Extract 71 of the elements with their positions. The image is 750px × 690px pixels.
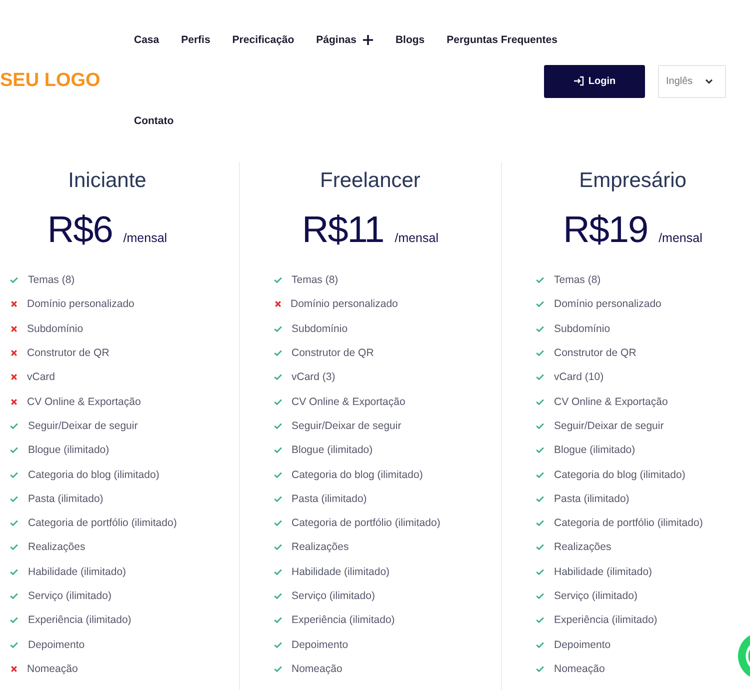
feature-text: Depoimento: [292, 638, 348, 652]
price-period: /mensal: [658, 230, 702, 246]
feature-text: Habilidade (ilimitado): [292, 564, 390, 579]
feature-text: CV Online & Exportação: [554, 394, 668, 409]
feature-text: Serviço (ilimitado): [292, 589, 375, 603]
feature-text: CV Online & Exportação: [292, 394, 406, 409]
plan-title: Iniciante: [68, 168, 146, 194]
feature-text: Construtor de QR: [292, 346, 374, 360]
feature-text: Pasta (ilimitado): [28, 492, 104, 506]
feature-text: Construtor de QR: [554, 346, 636, 360]
plan-price: R$6: [47, 208, 112, 252]
feature-text: Pasta (ilimitado): [554, 492, 630, 506]
feature-text: Realizações: [554, 540, 612, 554]
feature-text: Subdomínio: [292, 322, 348, 336]
feature-text: Seguir/Deixar de seguir: [554, 418, 664, 433]
feature-text: vCard: [27, 370, 56, 384]
feature-text: Realizações: [28, 540, 86, 554]
feature-text: Temas (8): [554, 273, 601, 288]
feature-text: Nomeação: [27, 662, 78, 676]
feature-text: Seguir/Deixar de seguir: [292, 418, 402, 433]
feature-text: Blogue (ilimitado): [292, 443, 373, 458]
feature-text: Experiência (ilimitado): [292, 613, 395, 628]
feature-text: Categoria do blog (ilimitado): [28, 468, 160, 482]
feature-text: Temas (8): [292, 273, 338, 288]
feature-text: Blogue (ilimitado): [554, 443, 636, 458]
feature-text: Categoria de portfólio (ilimitado): [292, 516, 440, 530]
price-period: /mensal: [123, 230, 168, 246]
plan-price: R$11: [302, 208, 384, 252]
login-button[interactable]: Login: [544, 64, 645, 98]
plan-title: Empresário: [579, 168, 686, 194]
login-icon: [573, 76, 584, 86]
feature-text: Subdomínio: [27, 322, 84, 336]
feature-text: Experiência (ilimitado): [28, 613, 132, 628]
feature-text: Serviço (ilimitado): [28, 589, 112, 603]
feature-text: Subdomínio: [554, 322, 610, 336]
feature-text: Habilidade (ilimitado): [554, 564, 652, 579]
feature-text: Pasta (ilimitado): [292, 492, 367, 506]
feature-text: Seguir/Deixar de seguir: [28, 418, 138, 433]
feature-text: Experiência (ilimitado): [554, 613, 658, 628]
feature-text: Categoria do blog (ilimitado): [292, 468, 423, 482]
feature-text: Domínio personalizado: [27, 297, 134, 312]
feature-text: Habilidade (ilimitado): [28, 564, 126, 579]
feature-text: Domínio personalizado: [290, 297, 398, 312]
feature-text: Categoria do blog (ilimitado): [554, 468, 686, 482]
feature-text: Realizações: [292, 540, 349, 554]
feature-text: Blogue (ilimitado): [28, 443, 110, 458]
feature-text: Depoimento: [554, 638, 611, 652]
nav-link[interactable]: Contato: [134, 113, 174, 129]
feature-text: Nomeação: [554, 662, 605, 676]
nav-link[interactable]: Perfis: [181, 32, 210, 48]
nav-link[interactable]: Casa: [134, 32, 160, 48]
language-select[interactable]: Inglês: [658, 64, 726, 98]
feature-text: Categoria de portfólio (ilimitado): [28, 516, 177, 530]
nav-link[interactable]: Blogs: [395, 32, 425, 48]
feature-text: Construtor de QR: [27, 346, 110, 360]
chevron-icon: [705, 78, 713, 84]
feature-text: vCard (10): [554, 370, 604, 384]
feature-text: Nomeação: [292, 662, 342, 676]
plan-price: R$19: [563, 208, 648, 252]
feature-text: Categoria de portfólio (ilimitado): [554, 516, 703, 530]
feature-text: Serviço (ilimitado): [554, 589, 638, 603]
price-period: /mensal: [394, 230, 438, 246]
feature-text: Depoimento: [28, 638, 85, 652]
feature-text: CV Online & Exportação: [27, 394, 141, 409]
nav-link[interactable]: Páginas: [316, 32, 374, 48]
plan-title: Freelancer: [320, 168, 420, 194]
feature-text: Temas (8): [28, 273, 75, 288]
nav-link[interactable]: Perguntas Frequentes: [446, 32, 558, 48]
nav-link[interactable]: Precificação: [232, 32, 294, 48]
feature-text: vCard (3): [292, 370, 336, 384]
feature-text: Domínio personalizado: [554, 297, 662, 312]
